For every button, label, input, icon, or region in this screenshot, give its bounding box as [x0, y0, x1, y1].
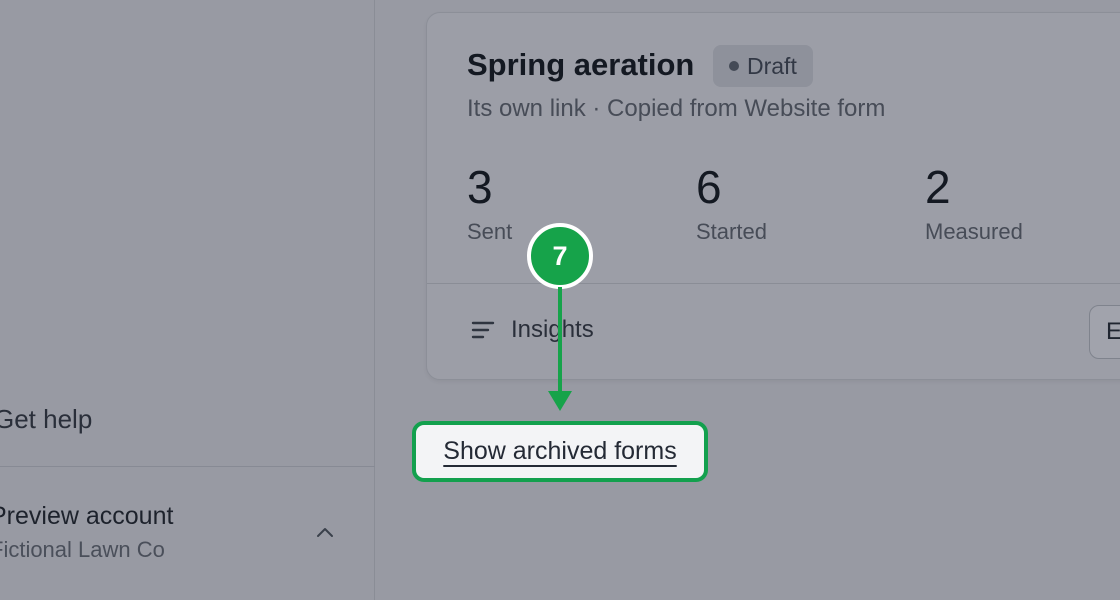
- sidebar: Get help Preview account Fictional Lawn …: [0, 0, 375, 600]
- show-archived-forms-label: Show archived forms: [443, 437, 677, 465]
- status-badge: Draft: [713, 45, 813, 87]
- stat-value: 6: [696, 161, 722, 213]
- insights-button[interactable]: Insights: [471, 316, 594, 344]
- chevron-up-icon[interactable]: [314, 522, 336, 544]
- stat-started: 6 Started: [696, 163, 767, 245]
- form-title[interactable]: Spring aeration: [467, 47, 694, 83]
- step-marker: 7: [527, 223, 593, 289]
- stat-sent: 3 Sent: [467, 163, 512, 245]
- account-name: Preview account: [0, 502, 174, 530]
- status-dot-icon: [729, 61, 739, 71]
- arrow-down-icon: [548, 287, 572, 411]
- stat-value: 2: [925, 161, 951, 213]
- account-switcher[interactable]: Preview account Fictional Lawn Co: [0, 502, 173, 563]
- form-subtitle: Its own link · Copied from Website form: [467, 95, 886, 122]
- stat-label: Sent: [467, 219, 513, 244]
- stat-label: Started: [696, 219, 767, 244]
- account-subtitle: Fictional Lawn Co: [0, 537, 165, 562]
- stat-value: 3: [467, 161, 493, 213]
- stat-label: Measured: [925, 219, 1023, 244]
- card-divider: [427, 283, 1120, 284]
- get-help-link[interactable]: Get help: [0, 404, 92, 435]
- stat-measured: 2 Measured: [925, 163, 1023, 245]
- form-card: Spring aeration Draft Its own link · Cop…: [426, 12, 1120, 380]
- status-badge-label: Draft: [747, 52, 797, 79]
- filter-lines-icon: [471, 321, 495, 339]
- edit-button[interactable]: E: [1089, 305, 1120, 359]
- show-archived-forms-button[interactable]: Show archived forms: [412, 421, 708, 482]
- sidebar-divider: [0, 466, 375, 467]
